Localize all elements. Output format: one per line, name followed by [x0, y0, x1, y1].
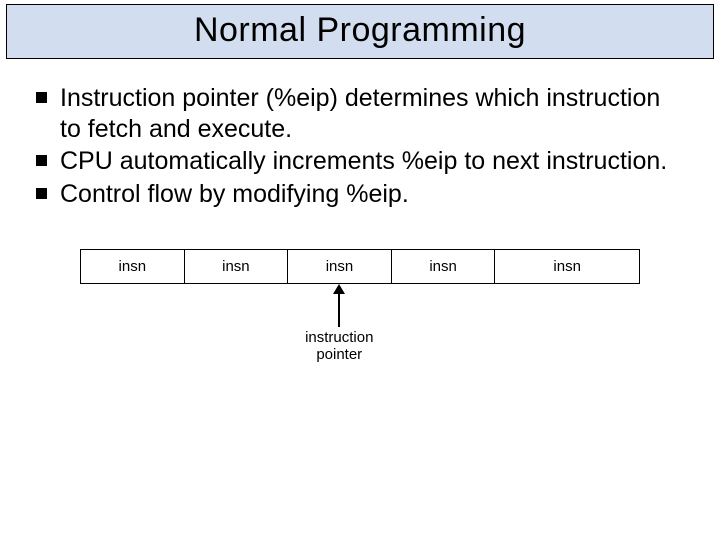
- content-area: Instruction pointer (%eip) determines wh…: [0, 59, 720, 374]
- instruction-diagram: insn insn insn insn insn instruction poi…: [80, 249, 640, 374]
- bullet-item: CPU automatically increments %eip to nex…: [34, 146, 686, 177]
- title-bar: Normal Programming: [6, 4, 714, 59]
- pointer-label-line: pointer: [316, 346, 362, 363]
- bullet-item: Instruction pointer (%eip) determines wh…: [34, 83, 686, 144]
- pointer-arrow: [333, 284, 345, 327]
- pointer-label: instruction pointer: [305, 330, 373, 363]
- bullet-item: Control flow by modifying %eip.: [34, 179, 686, 210]
- slide: Normal Programming Instruction pointer (…: [0, 4, 720, 544]
- pointer-label-line: instruction: [305, 329, 373, 346]
- instruction-cell: insn: [185, 250, 289, 283]
- instruction-cells: insn insn insn insn insn: [80, 249, 640, 284]
- instruction-cell: insn: [392, 250, 496, 283]
- pointer-arrow-area: instruction pointer: [80, 284, 640, 374]
- slide-title: Normal Programming: [7, 11, 713, 50]
- instruction-cell: insn: [288, 250, 392, 283]
- bullet-list: Instruction pointer (%eip) determines wh…: [34, 83, 686, 209]
- arrow-shaft: [338, 293, 340, 327]
- instruction-cell: insn: [81, 250, 185, 283]
- instruction-cell: insn: [495, 250, 639, 283]
